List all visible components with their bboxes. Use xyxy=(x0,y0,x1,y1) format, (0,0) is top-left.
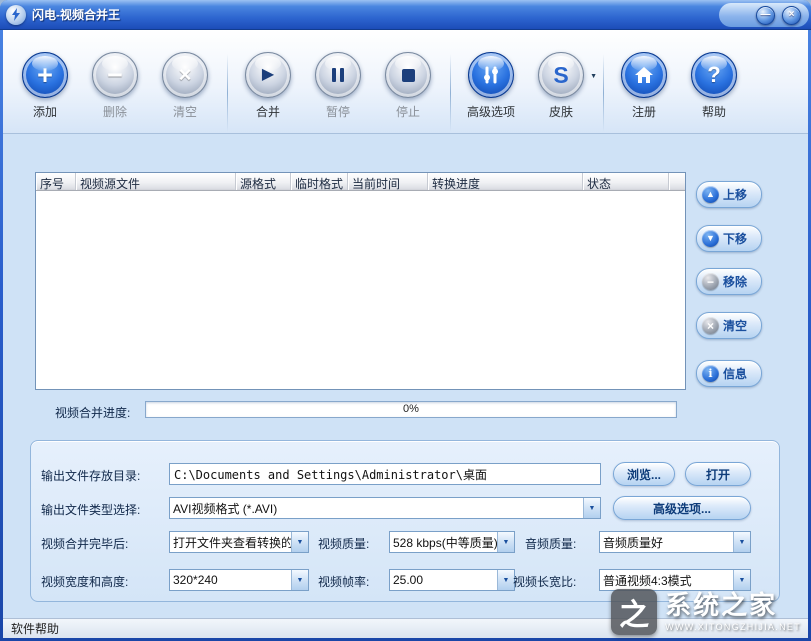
skin-dropdown-icon[interactable]: ▼ xyxy=(590,73,597,80)
home-icon xyxy=(621,52,667,98)
down-arrow-icon: ▼ xyxy=(702,230,719,247)
toolbar: + 添加 − 删除 × 清空 ▶ 合并 xyxy=(3,30,808,134)
video-quality-select[interactable]: 528 kbps(中等质量) ▼ xyxy=(389,531,515,553)
video-size-label: 视频宽度和高度: xyxy=(41,573,128,590)
info-icon: i xyxy=(702,365,719,382)
after-merge-select[interactable]: 打开文件夹查看转换的' ▼ xyxy=(169,531,309,553)
audio-quality-label: 音频质量: xyxy=(525,535,576,552)
stop-icon xyxy=(385,52,431,98)
window-body: + 添加 − 删除 × 清空 ▶ 合并 xyxy=(3,30,808,638)
column-header-status[interactable]: 状态 xyxy=(583,173,669,190)
dropdown-arrow-icon: ▼ xyxy=(497,532,514,552)
column-header-source-format[interactable]: 源格式 xyxy=(236,173,291,190)
frame-rate-label: 视频帧率: xyxy=(318,573,369,590)
output-type-select[interactable]: AVI视频格式 (*.AVI) ▼ xyxy=(169,497,601,519)
clear-icon: × xyxy=(162,52,208,98)
file-list[interactable] xyxy=(36,191,685,389)
minimize-button[interactable]: — xyxy=(756,6,775,25)
dropdown-arrow-icon: ▼ xyxy=(291,532,308,552)
column-header-temp-format[interactable]: 临时格式 xyxy=(291,173,348,190)
app-window: 闪电-视频合并王 — × + 添加 − 删除 xyxy=(0,0,811,641)
dropdown-arrow-icon: ▼ xyxy=(497,570,514,590)
column-header-spacer xyxy=(669,173,685,190)
help-button[interactable]: ? 帮助 xyxy=(680,52,748,120)
file-table-header: 序号 视频源文件 源格式 临时格式 当前时间 转换进度 状态 xyxy=(36,173,685,191)
move-down-button[interactable]: ▼ 下移 xyxy=(696,225,762,252)
close-icon: × xyxy=(789,10,795,20)
minus-icon: − xyxy=(702,273,719,290)
column-header-index[interactable]: 序号 xyxy=(36,173,76,190)
merge-button[interactable]: ▶ 合并 xyxy=(234,52,302,120)
close-button[interactable]: × xyxy=(782,6,801,25)
after-merge-label: 视频合并完毕后: xyxy=(41,535,128,552)
pause-button[interactable]: 暂停 xyxy=(304,52,372,120)
cross-icon: × xyxy=(702,317,719,334)
merge-progress-label: 视频合并进度: xyxy=(55,404,130,421)
skin-button[interactable]: S ▼ 皮肤 xyxy=(527,52,595,120)
minimize-icon: — xyxy=(761,10,771,20)
help-icon: ? xyxy=(691,52,737,98)
window-title: 闪电-视频合并王 xyxy=(32,6,120,23)
dropdown-arrow-icon: ▼ xyxy=(583,498,600,518)
video-quality-label: 视频质量: xyxy=(318,535,369,552)
add-icon: + xyxy=(22,52,68,98)
remove-button[interactable]: − 移除 xyxy=(696,268,762,295)
output-type-label: 输出文件类型选择: xyxy=(41,501,140,518)
toolbar-divider xyxy=(227,54,228,132)
add-button[interactable]: + 添加 xyxy=(11,52,79,120)
merge-progress-bar: 0% xyxy=(145,401,677,418)
aspect-ratio-label: 视频长宽比: xyxy=(513,573,576,590)
output-options-panel: 输出文件存放目录: 浏览... 打开 输出文件类型选择: AVI视频格式 (*.… xyxy=(30,440,780,602)
toolbar-divider xyxy=(450,54,451,132)
dropdown-arrow-icon: ▼ xyxy=(733,570,750,590)
aspect-ratio-select[interactable]: 普通视频4:3模式 ▼ xyxy=(599,569,751,591)
play-icon: ▶ xyxy=(245,52,291,98)
column-header-current-time[interactable]: 当前时间 xyxy=(348,173,428,190)
dropdown-arrow-icon: ▼ xyxy=(733,532,750,552)
output-dir-input[interactable] xyxy=(169,463,601,485)
audio-quality-select[interactable]: 音频质量好 ▼ xyxy=(599,531,751,553)
panel-advanced-options-button[interactable]: 高级选项... xyxy=(613,496,751,520)
title-bar[interactable]: 闪电-视频合并王 — × xyxy=(0,0,811,30)
info-button[interactable]: i 信息 xyxy=(696,360,762,387)
status-text: 软件帮助 xyxy=(11,620,59,637)
pause-icon xyxy=(315,52,361,98)
advanced-options-button[interactable]: 高级选项 xyxy=(457,52,525,120)
status-bar: 软件帮助 xyxy=(3,618,808,638)
frame-rate-select[interactable]: 25.00 ▼ xyxy=(389,569,515,591)
column-header-progress[interactable]: 转换进度 xyxy=(428,173,583,190)
stop-button[interactable]: 停止 xyxy=(374,52,442,120)
video-size-select[interactable]: 320*240 ▼ xyxy=(169,569,309,591)
move-up-button[interactable]: ▲ 上移 xyxy=(696,181,762,208)
delete-icon: − xyxy=(92,52,138,98)
toolbar-divider xyxy=(603,54,604,132)
merge-progress-value: 0% xyxy=(146,402,676,417)
window-controls: — × xyxy=(719,3,809,27)
browse-button[interactable]: 浏览... xyxy=(613,462,675,486)
up-arrow-icon: ▲ xyxy=(702,186,719,203)
delete-button[interactable]: − 删除 xyxy=(81,52,149,120)
open-button[interactable]: 打开 xyxy=(685,462,751,486)
column-header-source-file[interactable]: 视频源文件 xyxy=(76,173,236,190)
output-dir-label: 输出文件存放目录: xyxy=(41,467,140,484)
dropdown-arrow-icon: ▼ xyxy=(291,570,308,590)
skin-icon: S xyxy=(538,52,584,98)
clear-button[interactable]: × 清空 xyxy=(151,52,219,120)
advanced-options-icon xyxy=(468,52,514,98)
register-button[interactable]: 注册 xyxy=(610,52,678,120)
file-table: 序号 视频源文件 源格式 临时格式 当前时间 转换进度 状态 xyxy=(35,172,686,390)
app-logo-icon xyxy=(6,5,26,25)
clear-list-button[interactable]: × 清空 xyxy=(696,312,762,339)
